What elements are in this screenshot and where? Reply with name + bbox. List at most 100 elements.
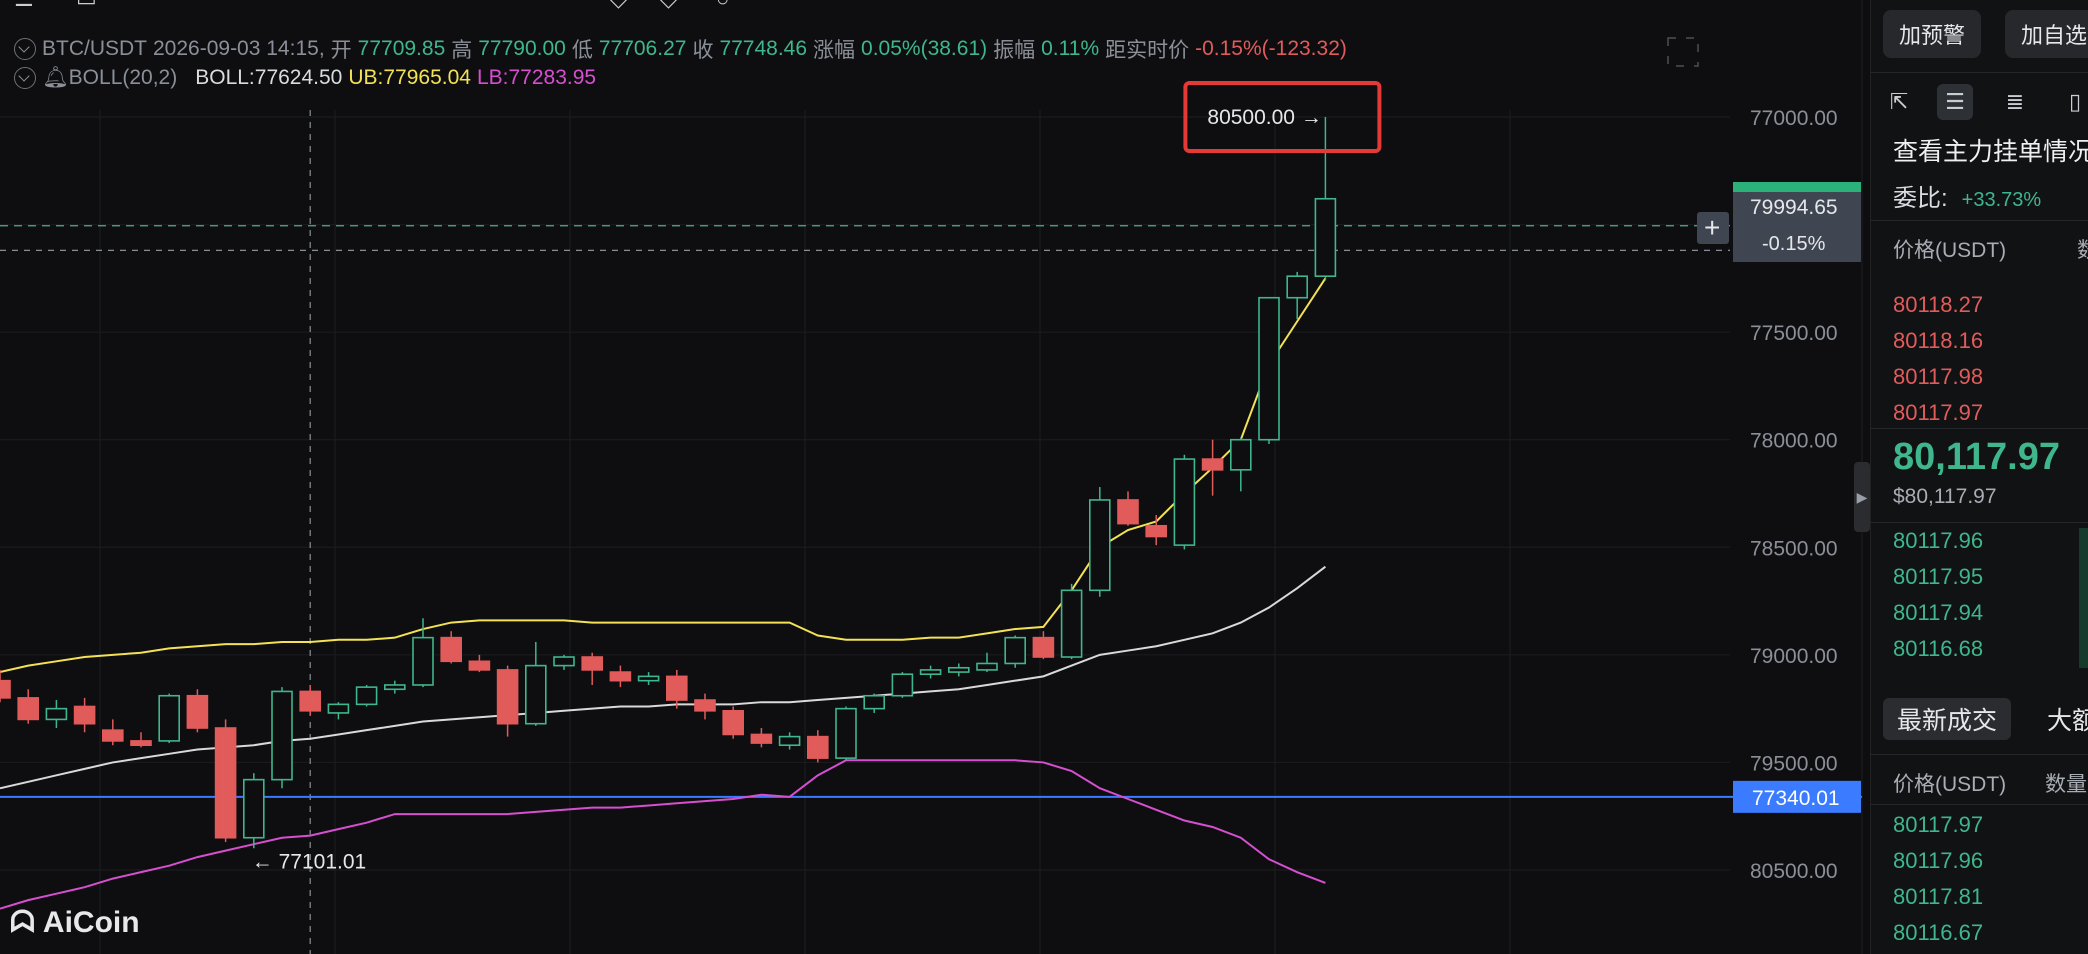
boll-ub-line — [0, 277, 1327, 674]
candle-down[interactable] — [1201, 458, 1224, 471]
more-icon[interactable]: ▯ — [2057, 84, 2088, 120]
ask-price[interactable]: 80118.27 — [1893, 292, 1983, 318]
candle-up[interactable] — [1004, 636, 1027, 665]
tab-latest-trades[interactable]: 最新成交 — [1883, 698, 2012, 740]
bid-price[interactable]: 80117.95 — [1893, 564, 1983, 590]
y-tick-label: 77000.00 — [1750, 107, 1838, 130]
candle-up[interactable] — [637, 675, 660, 682]
candlestick-chart[interactable]: 80500.00 79500.00 79000.00 78500.00 78000.00… — [0, 0, 1864, 954]
ratio-value: +33.73% — [1961, 189, 2042, 211]
candle-up[interactable] — [524, 664, 547, 725]
candle-down[interactable] — [581, 656, 604, 671]
candle-down[interactable] — [694, 699, 716, 712]
candle-down[interactable] — [130, 740, 152, 747]
candle-down[interactable] — [1145, 524, 1167, 538]
search-icon[interactable]: ○ — [716, 0, 729, 12]
candle-up[interactable] — [1230, 438, 1252, 471]
chevron-down-icon[interactable] — [14, 67, 36, 89]
candle-down[interactable] — [1117, 499, 1139, 525]
window-icon[interactable]: ▭ — [76, 0, 97, 12]
low-marker-label: ← 77101.01 — [252, 850, 366, 873]
candle-down[interactable] — [214, 727, 237, 839]
candle-up[interactable] — [1089, 499, 1111, 592]
tag-icon[interactable]: ◇ — [660, 0, 677, 12]
candle-down[interactable] — [440, 636, 463, 663]
candle-up[interactable] — [891, 673, 914, 697]
candle-up[interactable] — [947, 666, 970, 673]
bid-depth-bar — [2079, 528, 2088, 668]
price-tag-accent — [1733, 182, 1861, 192]
candle-down[interactable] — [468, 660, 491, 671]
candle-up[interactable] — [355, 686, 378, 706]
list-icon[interactable]: ≣ — [1997, 84, 2033, 120]
candle-down[interactable] — [299, 690, 322, 712]
add-watchlist-button[interactable]: 加自选 — [2005, 10, 2088, 58]
candle-up[interactable] — [412, 636, 434, 686]
panel-collapse-toggle[interactable]: ▶ — [1854, 462, 1870, 532]
candle-up[interactable] — [1060, 589, 1083, 658]
candle-down[interactable] — [665, 675, 688, 701]
brand-logo: ᗣ AiCoin — [10, 906, 140, 940]
datetime-label: 2026-09-03 14:15 — [153, 37, 319, 60]
candle-up[interactable] — [835, 707, 857, 759]
candle-up[interactable] — [553, 656, 575, 667]
candle-up[interactable] — [1286, 275, 1308, 299]
candle-up[interactable] — [976, 662, 998, 671]
orderbook-icon[interactable]: ☰ — [1937, 84, 1973, 120]
candle-down[interactable] — [806, 735, 829, 759]
ask-price[interactable]: 80117.98 — [1893, 364, 1983, 390]
candle-down[interactable] — [73, 705, 96, 725]
candle-up[interactable] — [1258, 296, 1280, 441]
candle-up[interactable] — [271, 690, 293, 781]
trade-price: 80116.67 — [1893, 920, 1984, 945]
candle-down[interactable] — [186, 694, 209, 729]
change-value: 0.05%(38.61) — [861, 37, 988, 60]
candle-up[interactable] — [1314, 197, 1337, 278]
last-price-usd: $80,117.97 — [1893, 485, 1997, 508]
export-icon[interactable]: ⇱ — [1881, 84, 1917, 120]
candle-up[interactable] — [863, 694, 886, 710]
bookmark-icon[interactable]: ◇ — [610, 0, 627, 12]
candle-down[interactable] — [17, 697, 40, 721]
brand-name: AiCoin — [42, 906, 140, 939]
bid-price[interactable]: 80116.68 — [1893, 636, 1983, 662]
chevron-down-icon[interactable] — [14, 38, 36, 60]
bid-price[interactable]: 80117.96 — [1893, 528, 1983, 554]
amplitude-label: 振幅 — [993, 39, 1036, 62]
current-pct-tag-text: -0.15% — [1762, 233, 1826, 255]
collapse-corner-icon[interactable] — [1667, 37, 1699, 67]
candle-up[interactable] — [1173, 458, 1196, 546]
candle-up[interactable] — [45, 707, 68, 721]
candle-up[interactable] — [158, 694, 180, 742]
tab-large-trades[interactable]: 大额 — [2033, 698, 2088, 740]
right-panel: 加预警 加自选 ⇱ ☰ ≣ ▯ 查看主力挂单情况 委比: +33.73% 价格(U… — [1870, 0, 2088, 954]
candle-down[interactable] — [1032, 636, 1055, 658]
indicator-name: BOLL(20,2) — [68, 66, 178, 89]
chart-area[interactable]: 80500.00 79500.00 79000.00 78500.00 78000.00… — [0, 0, 1864, 954]
bid-price[interactable]: 80117.94 — [1893, 600, 1983, 626]
candle-up[interactable] — [327, 703, 350, 714]
candle-up[interactable] — [778, 735, 801, 747]
candle-down[interactable] — [722, 709, 745, 736]
bell-icon[interactable]: 🔔︎ — [42, 66, 69, 90]
candle-down[interactable] — [0, 679, 11, 699]
candle-up[interactable] — [919, 669, 942, 676]
change-label: 涨幅 — [813, 39, 856, 62]
candle-up[interactable] — [383, 684, 406, 691]
candle-down[interactable] — [750, 733, 773, 744]
candle-up[interactable] — [243, 778, 265, 839]
book-header-qty: 数 — [2077, 234, 2088, 264]
high-label: 高 — [451, 39, 473, 62]
trades-header-qty: 数量 — [2045, 773, 2087, 796]
trades-header-price: 价格(USDT) — [1893, 773, 2007, 796]
last-price: 80,117.97 — [1893, 436, 2060, 478]
candle-down[interactable] — [496, 669, 519, 725]
add-alert-button[interactable]: 加预警 — [1883, 10, 1982, 58]
book-header-price: 价格(USDT) — [1893, 239, 2007, 262]
ask-price[interactable]: 80117.97 — [1893, 400, 1983, 426]
ask-price[interactable]: 80118.16 — [1893, 328, 1983, 354]
candle-down[interactable] — [609, 671, 632, 682]
menu-icon[interactable]: ☰ — [14, 0, 34, 12]
candle-down[interactable] — [102, 729, 124, 742]
orderbook-title[interactable]: 查看主力挂单情况 — [1893, 132, 2088, 168]
